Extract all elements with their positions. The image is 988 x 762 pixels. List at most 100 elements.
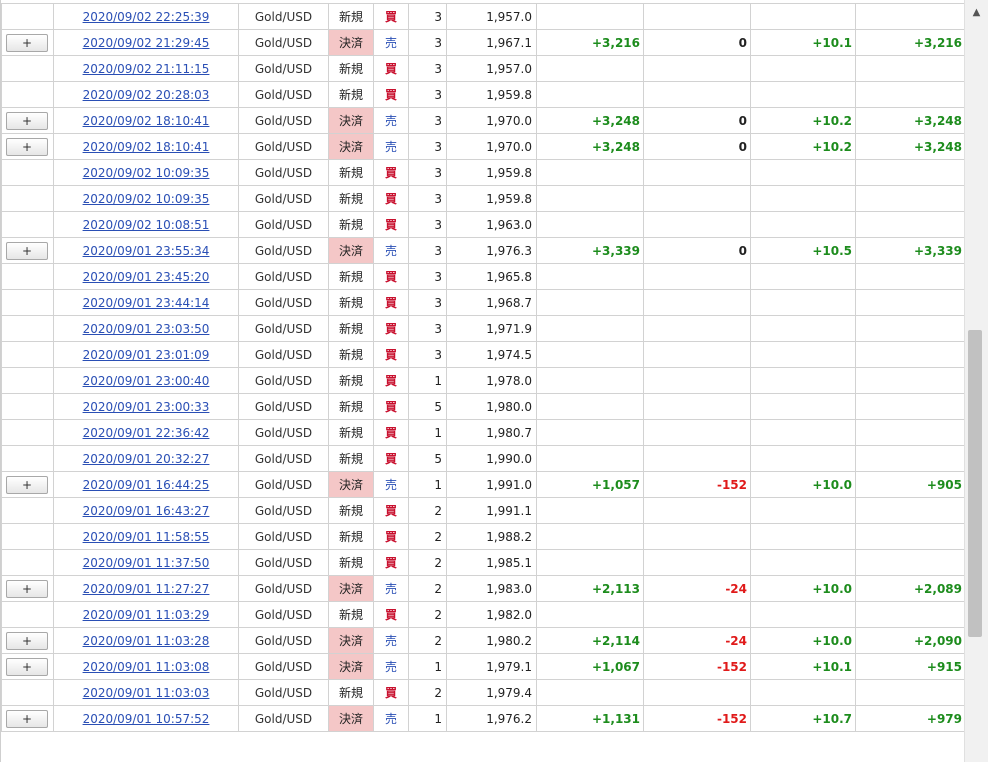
scrollbar-thumb[interactable] xyxy=(968,330,982,637)
expand-button[interactable]: + xyxy=(6,241,48,260)
swap-cell xyxy=(643,81,751,108)
pips-cell: +10.1 xyxy=(750,29,856,56)
trade-time-link[interactable]: 2020/09/01 11:58:55 xyxy=(83,530,210,544)
trade-time-link[interactable]: 2020/09/01 23:45:20 xyxy=(83,270,210,284)
side-cell: 買 xyxy=(373,549,409,576)
trade-time-link[interactable]: 2020/09/02 21:29:45 xyxy=(83,36,210,50)
trade-time-link[interactable]: 2020/09/01 11:03:28 xyxy=(83,634,210,648)
expand-button[interactable]: + xyxy=(6,33,48,52)
profit-cell: +2,114 xyxy=(536,627,644,654)
expand-cell xyxy=(1,523,54,550)
side-cell: 買 xyxy=(373,315,409,342)
trade-time-link[interactable]: 2020/09/01 23:01:09 xyxy=(83,348,210,362)
order-kind-cell: 決済 xyxy=(328,627,374,654)
order-kind-cell: 決済 xyxy=(328,575,374,602)
profit-cell xyxy=(536,185,644,212)
pips-cell: +10.5 xyxy=(750,237,856,264)
scroll-up-icon[interactable]: ▲ xyxy=(965,0,988,26)
profit-cell xyxy=(536,315,644,342)
expand-cell xyxy=(1,445,54,472)
trade-time-link[interactable]: 2020/09/02 18:10:41 xyxy=(83,114,210,128)
swap-cell xyxy=(643,679,751,706)
net-profit-cell xyxy=(855,393,964,420)
trade-time-link[interactable]: 2020/09/02 10:08:51 xyxy=(83,218,210,232)
expand-button[interactable]: + xyxy=(6,631,48,650)
trade-time-cell: 2020/09/02 21:11:15 xyxy=(53,55,239,82)
trade-time-link[interactable]: 2020/09/02 21:11:15 xyxy=(83,62,210,76)
net-profit-cell xyxy=(855,419,964,446)
trade-time-link[interactable]: 2020/09/01 23:44:14 xyxy=(83,296,210,310)
profit-cell xyxy=(536,393,644,420)
net-profit-cell xyxy=(855,289,964,316)
order-kind-cell: 新規 xyxy=(328,549,374,576)
price-cell: 1,963.0 xyxy=(446,211,537,238)
net-profit-cell xyxy=(855,211,964,238)
price-cell: 1,979.4 xyxy=(446,679,537,706)
trade-time-link[interactable]: 2020/09/01 23:55:34 xyxy=(83,244,210,258)
trade-time-link[interactable]: 2020/09/01 10:57:52 xyxy=(83,712,210,726)
profit-cell: +1,057 xyxy=(536,471,644,498)
expand-button[interactable]: + xyxy=(6,137,48,156)
pair-cell: Gold/USD xyxy=(238,419,329,446)
quantity-cell: 3 xyxy=(408,237,447,264)
expand-button[interactable]: + xyxy=(6,475,48,494)
trade-time-link[interactable]: 2020/09/01 11:27:27 xyxy=(83,582,210,596)
trade-time-link[interactable]: 2020/09/01 11:37:50 xyxy=(83,556,210,570)
trade-time-link[interactable]: 2020/09/01 11:03:08 xyxy=(83,660,210,674)
trade-time-cell: 2020/09/01 20:32:27 xyxy=(53,445,239,472)
trade-time-cell: 2020/09/02 20:28:03 xyxy=(53,81,239,108)
trade-time-link[interactable]: 2020/09/01 11:03:29 xyxy=(83,608,210,622)
expand-button[interactable]: + xyxy=(6,657,48,676)
vertical-scrollbar[interactable]: ▲ xyxy=(964,0,988,762)
swap-cell xyxy=(643,445,751,472)
trade-time-link[interactable]: 2020/09/01 23:00:40 xyxy=(83,374,210,388)
quantity-cell: 1 xyxy=(408,367,447,394)
net-profit-cell: +3,216 xyxy=(855,29,964,56)
trade-time-link[interactable]: 2020/09/01 23:00:33 xyxy=(83,400,210,414)
trade-time-link[interactable]: 2020/09/02 10:09:35 xyxy=(83,192,210,206)
quantity-cell: 3 xyxy=(408,341,447,368)
trade-time-link[interactable]: 2020/09/01 16:43:27 xyxy=(83,504,210,518)
trade-time-link[interactable]: 2020/09/01 16:44:25 xyxy=(83,478,210,492)
order-kind-cell: 新規 xyxy=(328,497,374,524)
trade-time-link[interactable]: 2020/09/01 22:36:42 xyxy=(83,426,210,440)
expand-cell: + xyxy=(1,653,54,680)
trade-time-link[interactable]: 2020/09/01 11:03:03 xyxy=(83,686,210,700)
trade-time-link[interactable]: 2020/09/02 10:09:35 xyxy=(83,166,210,180)
pips-cell xyxy=(750,55,856,82)
order-kind-cell: 新規 xyxy=(328,289,374,316)
side-cell: 買 xyxy=(373,523,409,550)
profit-cell xyxy=(536,523,644,550)
pips-cell: +10.2 xyxy=(750,133,856,160)
net-profit-cell xyxy=(855,315,964,342)
trade-time-link[interactable]: 2020/09/01 23:03:50 xyxy=(83,322,210,336)
net-profit-cell xyxy=(855,185,964,212)
expand-button[interactable]: + xyxy=(6,709,48,728)
profit-cell: +3,248 xyxy=(536,107,644,134)
trade-history-table: 2020/09/02 22:25:39 Gold/USD 新規買 3 1,957.0 +2… xyxy=(1,3,964,732)
expand-button[interactable]: + xyxy=(6,579,48,598)
trade-time-cell: 2020/09/02 18:10:41 xyxy=(53,133,239,160)
trade-time-link[interactable]: 2020/09/01 20:32:27 xyxy=(83,452,210,466)
side-cell: 買 xyxy=(373,263,409,290)
swap-cell xyxy=(643,367,751,394)
trade-time-cell: 2020/09/02 18:10:41 xyxy=(53,107,239,134)
pair-cell: Gold/USD xyxy=(238,81,329,108)
net-profit-cell xyxy=(855,263,964,290)
trade-time-link[interactable]: 2020/09/02 18:10:41 xyxy=(83,140,210,154)
order-kind-cell: 決済 xyxy=(328,471,374,498)
trade-time-link[interactable]: 2020/09/02 20:28:03 xyxy=(83,88,210,102)
profit-cell xyxy=(536,211,644,238)
table-row: 2020/09/01 11:58:55 Gold/USD 新規買 2 1,988.2 xyxy=(1,523,964,550)
expand-cell xyxy=(1,263,54,290)
table-row: 2020/09/01 11:37:50 Gold/USD 新規買 2 1,985.1 xyxy=(1,549,964,576)
pair-cell: Gold/USD xyxy=(238,341,329,368)
swap-cell: -152 xyxy=(643,471,751,498)
pips-cell xyxy=(750,549,856,576)
net-profit-cell xyxy=(855,601,964,628)
expand-button[interactable]: + xyxy=(6,111,48,130)
net-profit-cell xyxy=(855,55,964,82)
trade-time-link[interactable]: 2020/09/02 22:25:39 xyxy=(83,10,210,24)
price-cell: 1,991.0 xyxy=(446,471,537,498)
swap-cell xyxy=(643,393,751,420)
